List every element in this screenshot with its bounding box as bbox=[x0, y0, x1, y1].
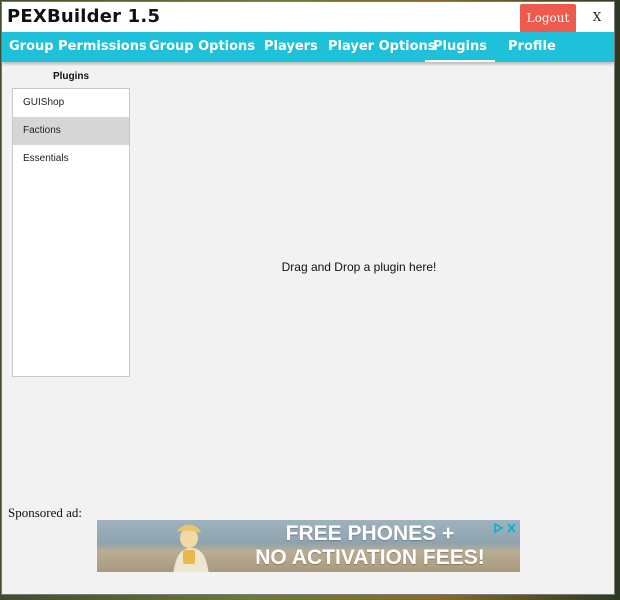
plugin-item-essentials[interactable]: Essentials bbox=[13, 145, 129, 173]
plugin-item-factions[interactable]: Factions bbox=[13, 117, 129, 145]
plugin-drop-zone[interactable]: Drag and Drop a plugin here! bbox=[142, 70, 602, 470]
ad-close-icon[interactable] bbox=[507, 523, 516, 533]
app-window: PEXBuilder 1.5 Logout X Group Permission… bbox=[1, 1, 615, 595]
ad-person-image bbox=[173, 524, 209, 572]
drop-zone-text: Drag and Drop a plugin here! bbox=[281, 260, 437, 274]
tab-group-permissions[interactable]: Group Permissions bbox=[9, 32, 147, 62]
plugin-item-guishop[interactable]: GUIShop bbox=[13, 89, 129, 117]
ad-banner[interactable]: FREE PHONES + NO ACTIVATION FEES! bbox=[97, 520, 520, 572]
tab-player-options[interactable]: Player Options bbox=[328, 32, 436, 62]
close-button[interactable]: X bbox=[585, 6, 609, 28]
tab-players[interactable]: Players bbox=[264, 32, 318, 62]
ad-line-2: NO ACTIVATION FEES! bbox=[255, 546, 485, 569]
plugin-list[interactable]: GUIShop Factions Essentials bbox=[12, 88, 130, 377]
logout-button[interactable]: Logout bbox=[520, 4, 576, 32]
tab-profile[interactable]: Profile bbox=[508, 32, 556, 62]
ad-headline: FREE PHONES + NO ACTIVATION FEES! bbox=[235, 522, 505, 570]
title-bar: PEXBuilder 1.5 Logout X bbox=[2, 2, 614, 32]
plugins-heading: Plugins bbox=[52, 71, 90, 82]
adchoices-controls[interactable] bbox=[492, 522, 518, 534]
sponsored-label: Sponsored ad: bbox=[8, 505, 83, 520]
tab-plugins[interactable]: Plugins bbox=[425, 32, 495, 62]
ad-line-1: FREE PHONES + bbox=[285, 522, 455, 545]
tab-group-options[interactable]: Group Options bbox=[149, 32, 255, 62]
main-nav: Group Permissions Group Options Players … bbox=[2, 32, 614, 62]
app-title: PEXBuilder 1.5 bbox=[7, 6, 161, 27]
adchoices-icon[interactable] bbox=[494, 522, 504, 534]
